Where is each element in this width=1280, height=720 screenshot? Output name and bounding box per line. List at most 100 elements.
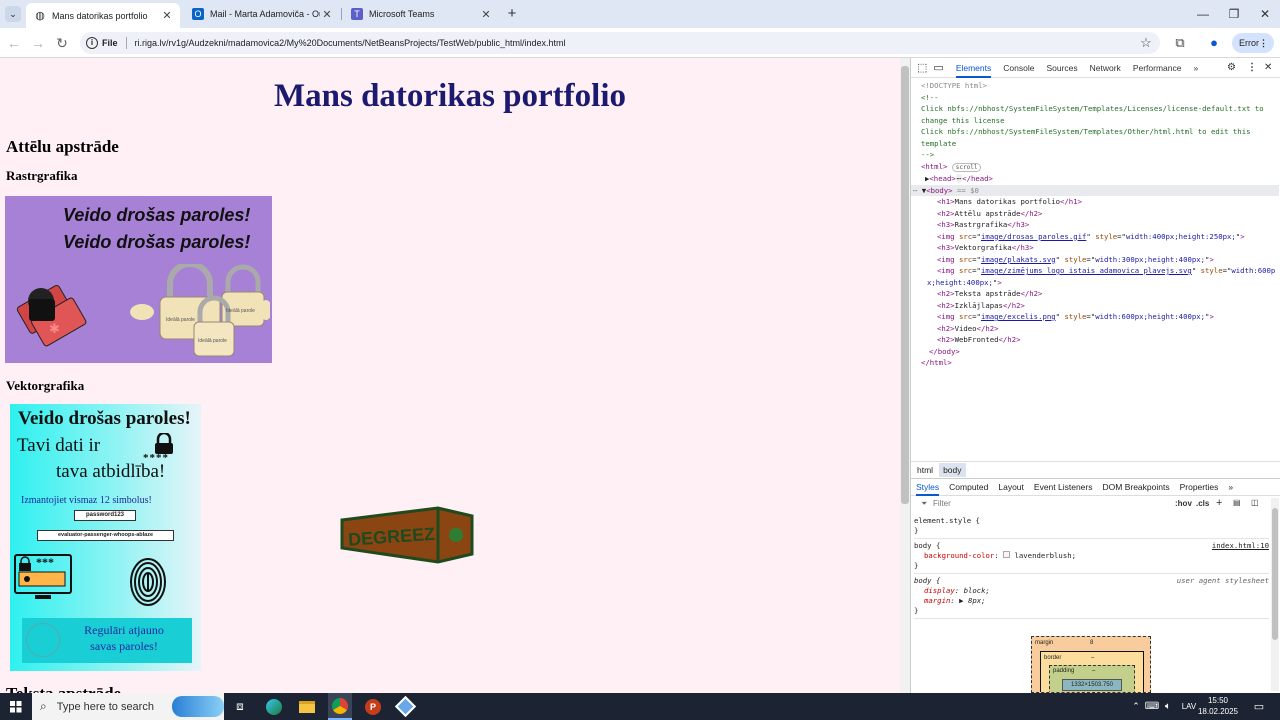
file-explorer-icon[interactable] (295, 693, 319, 720)
tab-event-listeners[interactable]: Event Listeners (1034, 478, 1093, 496)
devtools-tab-sources[interactable]: Sources (1046, 58, 1077, 78)
dom-node-html[interactable]: <html> scroll (921, 161, 1279, 174)
rule-body-author[interactable]: body { background-color: lavenderblush; … (914, 539, 1269, 574)
network-icon[interactable]: ⌨ (1144, 693, 1160, 720)
close-tab-icon[interactable]: ✕ (320, 8, 334, 21)
scroll-badge[interactable]: scroll (951, 162, 982, 172)
volume-icon[interactable]: 🔈︎ (1160, 693, 1176, 720)
tab-outlook[interactable]: O Mail - Marta Adamoviča - Outl ✕ (184, 3, 340, 25)
tab-properties[interactable]: Properties (1180, 478, 1219, 496)
new-rule-button[interactable]: + (1216, 497, 1222, 509)
clock[interactable]: 15:50 18.02.2025 (1196, 695, 1240, 717)
close-icon[interactable]: ✕ (1264, 62, 1272, 73)
tab-teams[interactable]: T Microsoft Teams ✕ (343, 3, 499, 25)
new-tab-button[interactable]: + (504, 4, 520, 24)
more-menu-icon[interactable]: ⋮ (1259, 33, 1268, 53)
sidebar-toggle-icon[interactable]: ◫ (1251, 498, 1259, 507)
dom-node-h2[interactable]: <h2>WebFronted</h2> (921, 334, 1279, 346)
cls-toggle[interactable]: .cls (1196, 499, 1209, 508)
reload-button[interactable]: ↻ (52, 33, 72, 53)
more-menu-icon[interactable]: ⋮ (1247, 62, 1257, 73)
hov-toggle[interactable]: :hov (1175, 499, 1192, 508)
tab-layout[interactable]: Layout (998, 478, 1024, 496)
tab-dom-breakpoints[interactable]: DOM Breakpoints (1103, 478, 1170, 496)
dom-node-img[interactable]: <img src="image/excelis.png" style="widt… (921, 311, 1279, 323)
address-bar[interactable]: i File ri.riga.lv/rv1g/Audzekni/madamovi… (80, 32, 1160, 54)
start-button[interactable] (0, 693, 32, 720)
dom-node-h1[interactable]: <h1>Mans datorikas portfolio</h1> (921, 196, 1279, 208)
tab-portfolio[interactable]: ◍ Mans datorikas portfolio ✕ (26, 3, 180, 28)
breadcrumb-body[interactable]: body (939, 462, 966, 477)
dom-doctype[interactable]: <!DOCTYPE html> (921, 80, 1279, 92)
profile-error-button[interactable]: Error ⋮ (1232, 33, 1274, 53)
rule-element-style[interactable]: element.style { } (914, 514, 1269, 539)
back-button[interactable]: ← (4, 33, 24, 53)
tray-chevron-icon[interactable]: ⌃ (1128, 693, 1144, 720)
devtools-scrollbar[interactable] (1271, 498, 1279, 691)
forward-button[interactable]: → (28, 33, 48, 53)
chrome-icon[interactable] (328, 693, 352, 720)
task-view-icon[interactable]: ⧈ (228, 693, 252, 720)
tab-styles[interactable]: Styles (916, 478, 940, 496)
restore-button[interactable]: ❐ (1219, 4, 1249, 24)
close-window-button[interactable]: ✕ (1250, 4, 1280, 24)
paint-icon[interactable]: ▤ (1233, 498, 1241, 507)
dom-node-h3[interactable]: <h3>Rastrgrafika</h3> (921, 219, 1279, 231)
dom-node-h2[interactable]: <h2>Attēlu apstrāde</h2> (921, 208, 1279, 220)
extensions-icon[interactable]: ⧉ (1170, 33, 1190, 53)
dom-node-img[interactable]: <img src="image/zimējums_logo_istais_ada… (921, 265, 1279, 277)
powerpoint-icon[interactable]: P (361, 693, 385, 720)
profile-icon[interactable]: ● (1204, 33, 1224, 53)
dom-html-close[interactable]: </html> (921, 357, 1279, 369)
tab-computed[interactable]: Computed (949, 478, 988, 496)
breadcrumb-html[interactable]: html (913, 463, 937, 477)
close-tab-icon[interactable]: ✕ (479, 8, 493, 21)
dom-node-h3[interactable]: <h3>Vektorgrafika</h3> (921, 242, 1279, 254)
dom-node-img-cont: x;height:400px;"> (927, 277, 1002, 287)
src-link[interactable]: image/zimējums_logo_istais_adamovica_pla… (981, 266, 1192, 275)
info-icon[interactable]: i (86, 37, 98, 49)
devtools-tab-performance[interactable]: Performance (1133, 58, 1182, 78)
device-toolbar-icon[interactable]: ▭ (933, 61, 943, 74)
minimize-button[interactable]: — (1188, 4, 1218, 24)
dom-node-h2[interactable]: <h2>Teksta apstrāde</h2> (921, 288, 1279, 300)
devtools-tab-network[interactable]: Network (1090, 58, 1121, 78)
tab-search-button[interactable]: ⌄ (5, 6, 21, 22)
notifications-icon[interactable]: ▭ (1248, 693, 1270, 720)
dom-node-head[interactable]: ▶<head>⋯</head> (921, 173, 1279, 185)
dom-node-body[interactable]: ⋯ ▼<body> == $0 (911, 184, 1279, 196)
dom-node-h2[interactable]: <h2>Video</h2> (921, 323, 1279, 335)
src-link[interactable]: image/excelis.png (981, 312, 1056, 321)
rule-body-ua[interactable]: body { display: block; margin: ▶ 8px; } … (914, 574, 1269, 619)
scrollbar-thumb[interactable] (901, 66, 909, 504)
gear-icon[interactable]: ⚙ (1227, 62, 1236, 73)
edge-icon[interactable] (262, 693, 286, 720)
page-scrollbar[interactable] (900, 58, 910, 693)
more-tabs-icon[interactable]: » (1193, 58, 1198, 78)
padding-box: padding – 1332×1503.750 (1049, 665, 1135, 692)
lock-label: Ideālā parole (198, 338, 227, 344)
src-link[interactable]: image/drosas_paroles.gif (981, 232, 1086, 241)
dom-comment[interactable]: <!-- (921, 92, 1279, 104)
app-icon[interactable] (393, 693, 417, 720)
strong-padlocks-graphic: Ideālā parole Ideālā parole Ideālā parol… (130, 264, 270, 357)
inspect-element-icon[interactable]: ⬚ (917, 61, 927, 74)
dom-node-img[interactable]: <img src="image/plakats.svg" style="widt… (921, 254, 1279, 266)
rule-property[interactable]: background-color: lavenderblush; (914, 551, 1269, 561)
src-link[interactable]: image/plakats.svg (981, 255, 1056, 264)
close-tab-icon[interactable]: ✕ (160, 9, 174, 22)
scrollbar-thumb[interactable] (1272, 508, 1278, 640)
rule-source-link[interactable]: index.html:10 (1212, 541, 1269, 551)
more-tabs-icon[interactable]: » (1228, 478, 1233, 496)
devtools-tab-console[interactable]: Console (1003, 58, 1034, 78)
color-swatch[interactable] (1003, 551, 1011, 558)
taskbar-search[interactable]: ⌕ Type here to search (32, 693, 224, 720)
dom-node-img[interactable]: <img src="image/drosas_paroles.gif" styl… (921, 231, 1279, 243)
screen-stars: *** (36, 555, 54, 569)
filter-input[interactable]: Filter (933, 499, 1171, 508)
dom-body-close[interactable]: </body> (921, 346, 1279, 358)
bookmark-star-icon[interactable]: ☆ (1136, 33, 1156, 53)
dom-node-h2[interactable]: <h2>Izklājlapas</h2> (921, 300, 1279, 312)
prop-name: display (924, 586, 955, 595)
devtools-tab-elements[interactable]: Elements (955, 58, 992, 78)
